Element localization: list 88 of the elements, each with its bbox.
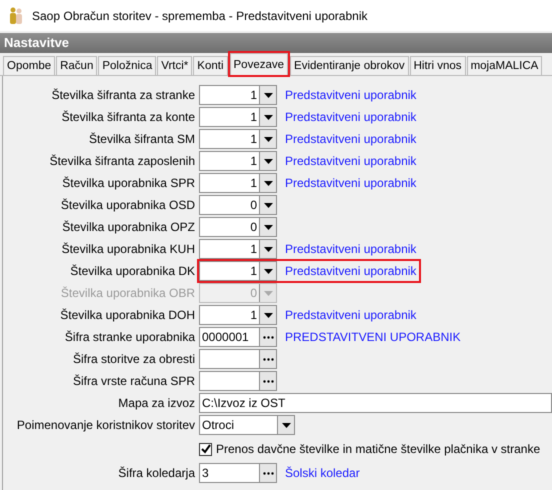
input-field[interactable] (199, 371, 277, 391)
ellipsis-icon (262, 358, 274, 360)
caret-icon (264, 224, 272, 230)
tab[interactable]: Opombe (3, 56, 56, 75)
browse-button[interactable] (259, 328, 276, 346)
caret-icon (264, 312, 272, 318)
tab[interactable]: Evidentiranje obrokov (290, 56, 409, 75)
caret-icon (264, 114, 272, 120)
checkbox-label: Prenos davčne številke in matične številke plačnika v stranke (216, 441, 540, 458)
input-field[interactable]: 0000001 (199, 327, 277, 347)
field-label: Šifra stranke uporabnika (64, 329, 196, 346)
link[interactable]: Predstavitveni uporabnik (285, 174, 416, 192)
browse-button[interactable] (259, 372, 276, 390)
field-label: Mapa za izvoz (117, 395, 196, 412)
field-label: Številka šifranta za konte (60, 109, 196, 126)
dropdown-button[interactable] (259, 174, 276, 192)
link[interactable]: Predstavitveni uporabnik (285, 86, 416, 104)
dropdown-field[interactable]: 1 (199, 305, 277, 325)
tab[interactable]: Položnica (98, 56, 156, 75)
input-field[interactable]: C:\Izvoz iz OST (199, 393, 552, 413)
dropdown-field[interactable]: 1 (199, 239, 277, 259)
caret-icon (264, 290, 272, 296)
browse-button[interactable] (259, 464, 276, 482)
caret-icon (282, 422, 290, 428)
field-label: Številka uporabnika DK (69, 263, 196, 280)
section-header: Nastavitve (0, 33, 552, 53)
dropdown-button[interactable] (259, 86, 276, 104)
input-field[interactable]: 3 (199, 463, 277, 483)
caret-icon (264, 246, 272, 252)
field-label: Številka šifranta za stranke (50, 87, 196, 104)
dropdown-button[interactable] (277, 416, 294, 434)
caret-icon (264, 202, 272, 208)
tab[interactable]: Konti (193, 56, 228, 75)
link[interactable]: Predstavitveni uporabnik (285, 130, 416, 148)
field-label: Številka uporabnika OBR (60, 285, 196, 302)
link[interactable]: Predstavitveni uporabnik (285, 306, 416, 324)
tab[interactable]: Račun (56, 56, 98, 75)
caret-icon (264, 180, 272, 186)
field-label: Številka uporabnika OPZ (61, 219, 196, 236)
ellipsis-icon (262, 380, 274, 382)
link[interactable]: Šolski koledar (285, 464, 360, 482)
link[interactable]: Predstavitveni uporabnik (285, 152, 416, 170)
dropdown-field[interactable]: 0 (199, 195, 277, 215)
tab[interactable]: Povezave (230, 53, 288, 75)
dropdown-field[interactable]: 1 (199, 151, 277, 171)
tab[interactable]: Hitri vnos (410, 56, 466, 75)
dropdown-field[interactable]: Otroci (199, 415, 295, 435)
tab[interactable]: Vrtci* (157, 56, 192, 75)
field-label: Številka šifranta zaposlenih (48, 153, 196, 170)
dropdown-button[interactable] (259, 130, 276, 148)
caret-icon (264, 136, 272, 142)
field-label: Šifra vrste računa SPR (72, 373, 196, 390)
caret-icon (264, 158, 272, 164)
checkbox[interactable] (199, 442, 212, 456)
dropdown-button[interactable] (259, 218, 276, 236)
tab[interactable]: mojaMALICA (466, 56, 542, 75)
field-label: Šifra koledarja (117, 465, 196, 482)
dropdown-field[interactable]: 0 (199, 217, 277, 237)
caret-icon (264, 268, 272, 274)
field-label: Številka uporabnika OSD (60, 197, 196, 214)
link[interactable]: Predstavitveni uporabnik (285, 108, 416, 126)
caret-icon (264, 92, 272, 98)
dropdown-field[interactable]: 1 (199, 85, 277, 105)
dropdown-button[interactable] (259, 240, 276, 258)
browse-button[interactable] (259, 350, 276, 368)
window-title: Saop Obračun storitev - sprememba - Predstavitveni uporabnik (32, 8, 368, 24)
ellipsis-icon (262, 336, 274, 338)
app-icon (8, 6, 24, 24)
field-label: Poimenovanje koristnikov storitev (16, 417, 196, 434)
input-field[interactable] (199, 349, 277, 369)
field-label: Številka uporabnika KUH (60, 241, 196, 258)
dropdown-button[interactable] (259, 108, 276, 126)
dropdown-button[interactable] (259, 152, 276, 170)
dropdown-button[interactable] (259, 306, 276, 324)
dropdown-field[interactable]: 1 (199, 261, 277, 281)
ellipsis-icon (262, 472, 274, 474)
field-label: Šifra storitve za obresti (72, 351, 196, 368)
field-label: Številka uporabnika DOH (59, 307, 196, 324)
field-label: Številka uporabnika SPR (61, 175, 196, 192)
dropdown-button[interactable] (259, 196, 276, 214)
link[interactable]: PREDSTAVITVENI UPORABNIK (285, 328, 461, 346)
field-label: Številka šifranta SM (88, 131, 196, 148)
link[interactable]: Predstavitveni uporabnik (285, 262, 416, 280)
dropdown-button[interactable] (259, 262, 276, 280)
dropdown-field[interactable]: 1 (199, 107, 277, 127)
dropdown-field[interactable]: 1 (199, 173, 277, 193)
link[interactable]: Predstavitveni uporabnik (285, 240, 416, 258)
dropdown-field[interactable]: 1 (199, 129, 277, 149)
